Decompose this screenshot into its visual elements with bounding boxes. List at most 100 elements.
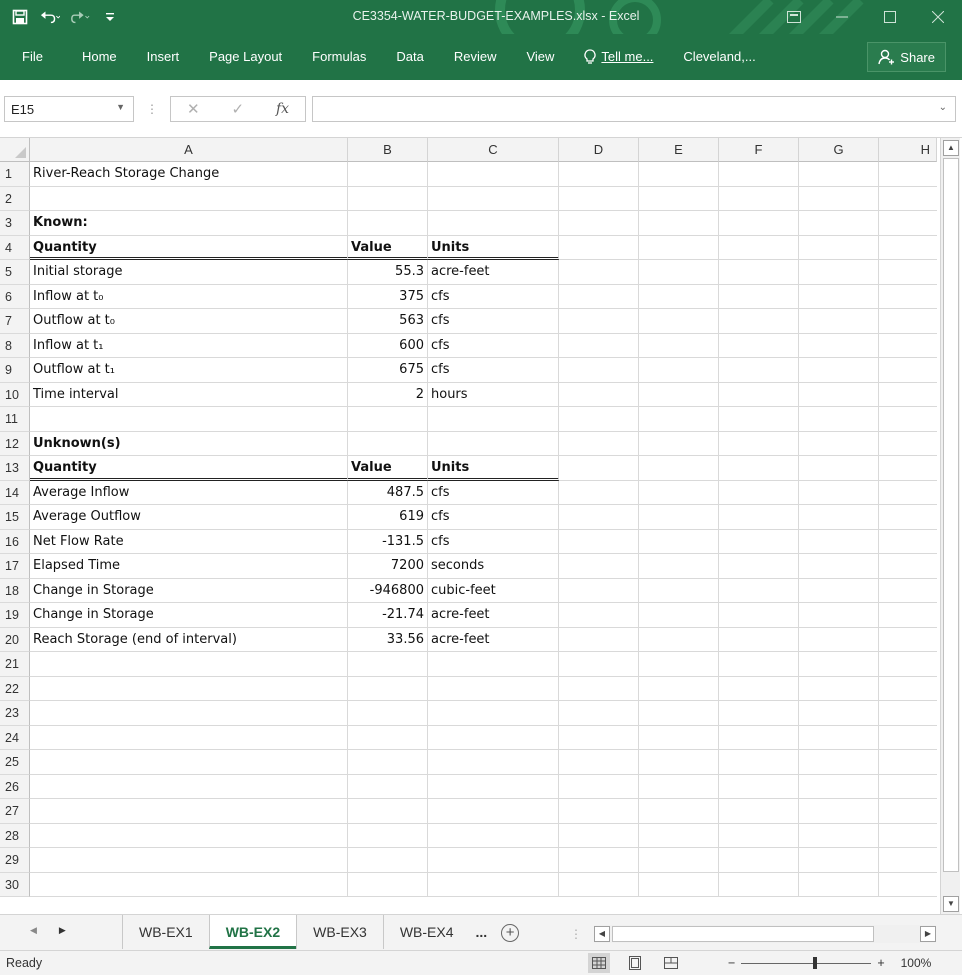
cell[interactable] xyxy=(799,676,879,701)
cell[interactable] xyxy=(639,333,719,358)
more-sheets-button[interactable]: ... xyxy=(470,915,494,949)
cell[interactable] xyxy=(879,750,937,775)
cell[interactable] xyxy=(799,701,879,726)
cell[interactable] xyxy=(719,382,799,407)
row-header[interactable]: 20 xyxy=(0,627,30,652)
cell[interactable] xyxy=(719,358,799,383)
cell-a[interactable]: Quantity xyxy=(30,235,348,260)
cell[interactable] xyxy=(799,848,879,873)
cell[interactable] xyxy=(719,431,799,456)
cell[interactable] xyxy=(639,823,719,848)
cell-c[interactable]: cfs xyxy=(428,480,559,505)
cell-c[interactable] xyxy=(428,652,559,677)
cell[interactable] xyxy=(639,872,719,897)
cell[interactable] xyxy=(879,652,937,677)
row-header[interactable]: 10 xyxy=(0,382,30,407)
cell[interactable] xyxy=(559,554,639,579)
scroll-down-icon[interactable]: ▼ xyxy=(943,896,959,912)
ribbon-display-options-icon[interactable] xyxy=(770,0,818,34)
cell[interactable] xyxy=(639,529,719,554)
cell[interactable] xyxy=(639,627,719,652)
vertical-scrollbar[interactable]: ▲ ▼ xyxy=(940,138,960,914)
cell[interactable] xyxy=(639,211,719,236)
cell[interactable] xyxy=(559,627,639,652)
cell[interactable] xyxy=(559,480,639,505)
cell-b[interactable]: 33.56 xyxy=(348,627,428,652)
cell-b[interactable] xyxy=(348,774,428,799)
cell-c[interactable] xyxy=(428,848,559,873)
cell-a[interactable]: Net Flow Rate xyxy=(30,529,348,554)
cell[interactable] xyxy=(639,603,719,628)
cell[interactable] xyxy=(719,848,799,873)
cell[interactable] xyxy=(879,407,937,432)
cell[interactable] xyxy=(879,554,937,579)
scroll-left-icon[interactable]: ◀ xyxy=(594,926,610,942)
cell-a[interactable] xyxy=(30,186,348,211)
row-header[interactable]: 15 xyxy=(0,505,30,530)
cell[interactable] xyxy=(719,652,799,677)
cell[interactable] xyxy=(799,382,879,407)
cell-b[interactable] xyxy=(348,701,428,726)
cell-a[interactable]: Known: xyxy=(30,211,348,236)
cell[interactable] xyxy=(879,432,937,456)
cell[interactable] xyxy=(559,505,639,530)
cell-a[interactable]: River-Reach Storage Change xyxy=(30,162,348,187)
cell[interactable] xyxy=(559,309,639,334)
cell[interactable] xyxy=(799,407,879,432)
cell-a[interactable]: Inflow at t₁ xyxy=(30,333,348,358)
cell[interactable] xyxy=(799,578,879,603)
cell-b[interactable]: 675 xyxy=(348,358,428,383)
cell[interactable] xyxy=(639,162,719,187)
column-header-d[interactable]: D xyxy=(559,138,639,162)
cell[interactable] xyxy=(799,652,879,677)
cell[interactable] xyxy=(879,309,937,334)
cell[interactable] xyxy=(879,848,937,873)
cell-b[interactable] xyxy=(348,799,428,824)
cell[interactable] xyxy=(879,162,937,187)
cell[interactable] xyxy=(639,284,719,309)
cell-b[interactable]: Value xyxy=(348,456,428,481)
cell-a[interactable] xyxy=(30,676,348,701)
cell-a[interactable] xyxy=(30,774,348,799)
cell[interactable] xyxy=(719,456,799,481)
cell[interactable] xyxy=(799,309,879,334)
cell[interactable] xyxy=(559,235,639,260)
cell[interactable] xyxy=(559,284,639,309)
select-all-corner[interactable] xyxy=(0,138,30,162)
tab-insert[interactable]: Insert xyxy=(132,34,195,80)
cell[interactable] xyxy=(559,848,639,873)
row-header[interactable]: 18 xyxy=(0,578,30,603)
cell[interactable] xyxy=(719,774,799,799)
cell-a[interactable]: Unknown(s) xyxy=(30,431,348,456)
cell[interactable] xyxy=(799,284,879,309)
zoom-level[interactable]: 100% xyxy=(901,956,932,970)
row-header[interactable]: 4 xyxy=(0,235,30,260)
cell[interactable] xyxy=(799,872,879,897)
cell[interactable] xyxy=(639,578,719,603)
row-header[interactable]: 19 xyxy=(0,603,30,628)
tab-view[interactable]: View xyxy=(511,34,569,80)
row-header[interactable]: 29 xyxy=(0,848,30,873)
cell[interactable] xyxy=(559,456,639,481)
cell[interactable] xyxy=(559,652,639,677)
cell[interactable] xyxy=(799,333,879,358)
cell-a[interactable]: Initial storage xyxy=(30,260,348,285)
tab-file[interactable]: File xyxy=(0,34,67,80)
column-header-f[interactable]: F xyxy=(719,138,799,162)
cell[interactable] xyxy=(719,676,799,701)
cell[interactable] xyxy=(799,627,879,652)
cell-c[interactable]: acre-feet xyxy=(428,260,559,285)
cell-c[interactable] xyxy=(428,162,559,187)
cell[interactable] xyxy=(559,162,639,187)
cell[interactable] xyxy=(719,186,799,211)
cell[interactable] xyxy=(639,750,719,775)
cell[interactable] xyxy=(719,235,799,260)
cell[interactable] xyxy=(639,725,719,750)
tell-me-box[interactable]: Tell me... xyxy=(569,34,668,80)
cell[interactable] xyxy=(879,873,937,897)
vertical-scroll-thumb[interactable] xyxy=(943,158,959,872)
cell[interactable] xyxy=(639,848,719,873)
cell[interactable] xyxy=(639,309,719,334)
cell[interactable] xyxy=(719,725,799,750)
maximize-icon[interactable] xyxy=(866,0,914,34)
